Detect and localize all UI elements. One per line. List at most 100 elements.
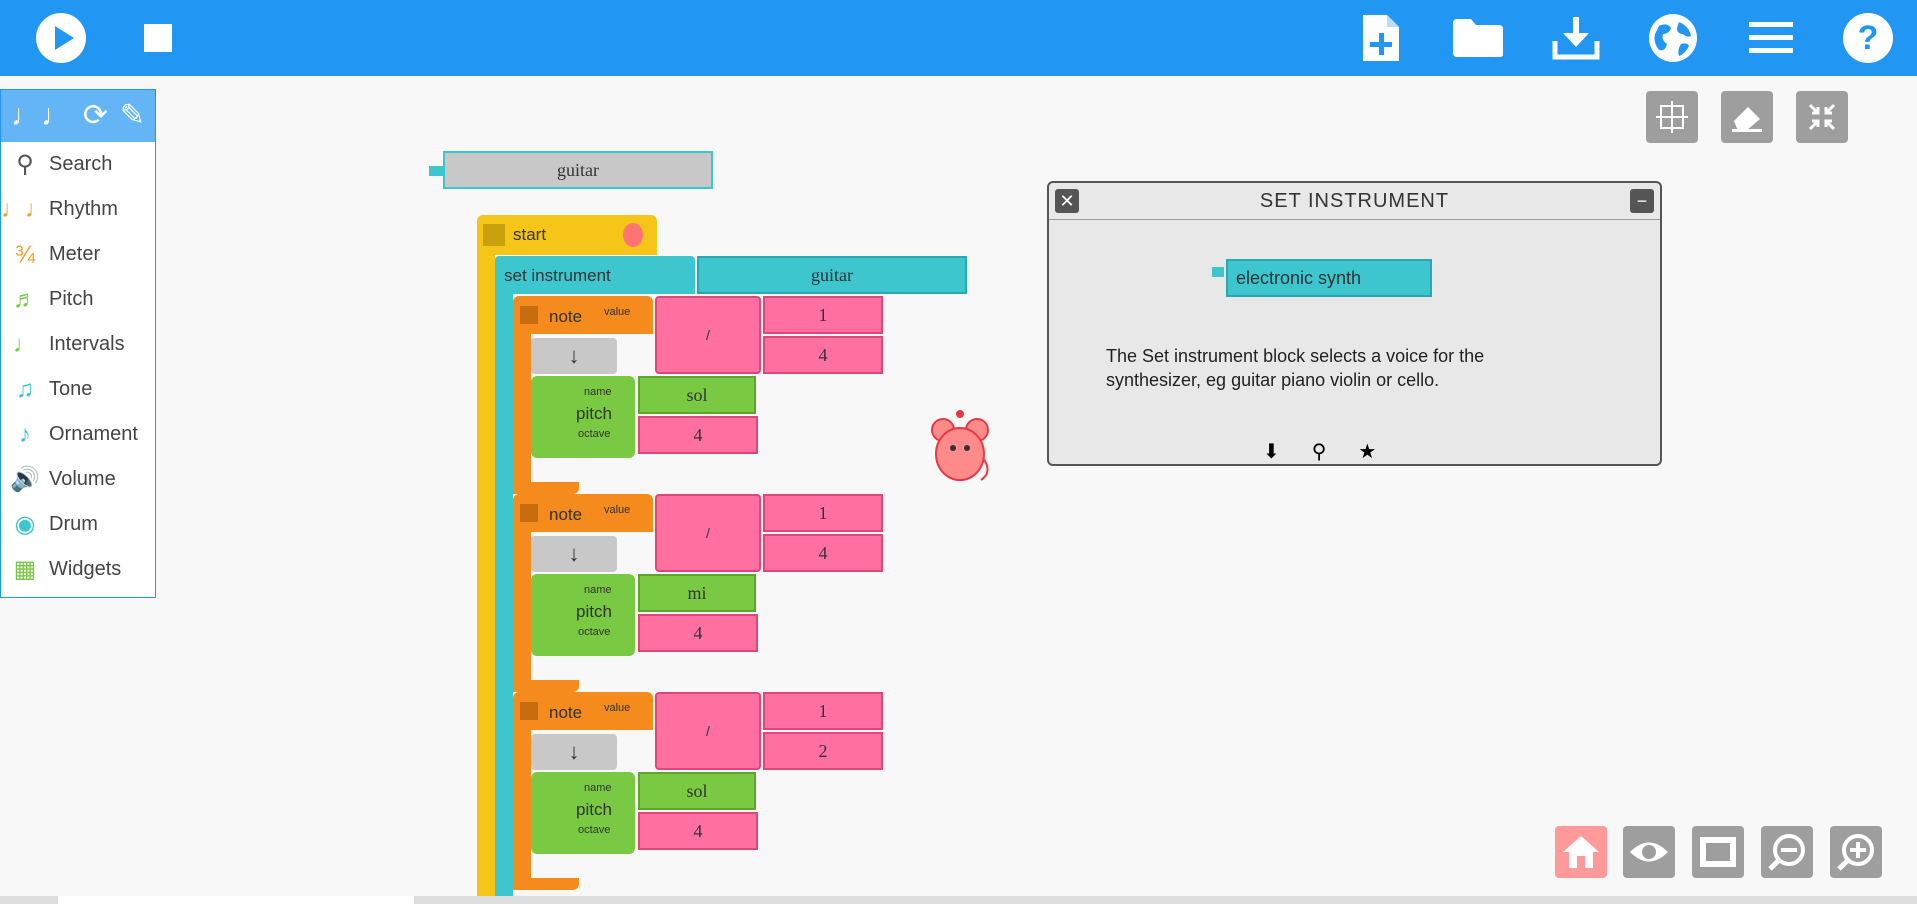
name-label: name: [584, 386, 612, 398]
palette-item-drum[interactable]: ◉ Drum: [1, 502, 155, 547]
help-dialog-header: ✕ SET INSTRUMENT −: [1049, 183, 1660, 220]
divide-block[interactable]: /: [655, 494, 761, 572]
collapse-toggle-icon[interactable]: [483, 224, 505, 246]
palette-item-volume[interactable]: 🔊 Volume: [1, 457, 155, 502]
divide-block[interactable]: /: [655, 692, 761, 770]
note-block-arm: [513, 532, 531, 692]
notes-icon[interactable]: ♩♩: [11, 101, 71, 131]
menu-icon[interactable]: [1743, 10, 1799, 66]
pitch-label: pitch: [576, 800, 612, 819]
down-arrow-block[interactable]: ↓: [531, 536, 617, 572]
octave-value[interactable]: 4: [638, 614, 758, 652]
octave-label: octave: [578, 824, 611, 836]
new-file-icon[interactable]: [1353, 10, 1409, 66]
scrollbar-thumb[interactable]: [58, 896, 414, 904]
note-label: note: [549, 307, 583, 326]
palette-item-label: Pitch: [49, 288, 94, 310]
down-arrow-block[interactable]: ↓: [531, 734, 617, 770]
palette-item-search[interactable]: ⚲ Search: [1, 142, 155, 187]
palette-item-rhythm[interactable]: ♩♩ Rhythm: [1, 187, 155, 232]
help-dialog: ✕ SET INSTRUMENT − electronic synth The …: [1047, 181, 1662, 466]
set-instrument-value[interactable]: guitar: [697, 256, 967, 294]
palette-item-pitch[interactable]: ♬ Pitch: [1, 277, 155, 322]
start-label: start: [513, 225, 547, 244]
value-label: value: [604, 702, 631, 714]
palette-item-tone[interactable]: ♫ Tone: [1, 367, 155, 412]
note-block-foot: [513, 680, 579, 692]
search-icon[interactable]: ⚲: [1312, 439, 1327, 464]
set-instrument-block[interactable]: set instrument: [495, 256, 695, 294]
guitar-value-block[interactable]: guitar: [443, 151, 713, 189]
palette-item-label: Rhythm: [49, 198, 118, 220]
numerator-value[interactable]: 1: [763, 494, 883, 532]
start-block-arm: [477, 255, 495, 904]
octave-value[interactable]: 4: [638, 812, 758, 850]
pitch-name-value[interactable]: sol: [638, 376, 756, 414]
palette-item-widgets[interactable]: ▦ Widgets: [1, 547, 155, 592]
collapse-blocks-icon[interactable]: [1692, 826, 1744, 878]
note-block-foot: [513, 482, 579, 494]
octave-value[interactable]: 4: [638, 416, 758, 454]
example-block[interactable]: electronic synth: [1226, 259, 1432, 297]
octave-label: octave: [578, 626, 611, 638]
language-globe-icon[interactable]: [1645, 10, 1701, 66]
mouse-turtle-icon[interactable]: [929, 410, 991, 489]
volume-icon: 🔊: [10, 466, 40, 493]
refresh-icon[interactable]: ⟳: [83, 101, 108, 131]
divide-block[interactable]: /: [655, 296, 761, 374]
collapse-toggle-icon[interactable]: [520, 702, 538, 720]
help-icon[interactable]: ?: [1840, 10, 1896, 66]
collapse-icon[interactable]: [1796, 91, 1848, 143]
horizontal-scrollbar[interactable]: [0, 896, 1917, 904]
denominator-value[interactable]: 2: [763, 732, 883, 770]
eraser-icon[interactable]: [1721, 91, 1773, 143]
open-folder-icon[interactable]: [1450, 10, 1506, 66]
note-block-foot: [513, 878, 579, 890]
minimize-icon[interactable]: −: [1630, 189, 1654, 213]
play-icon[interactable]: [33, 10, 89, 66]
pitch-label: pitch: [576, 602, 612, 621]
tone-icon: ♫: [16, 375, 34, 403]
collapse-toggle-icon[interactable]: [520, 306, 538, 324]
ornament-icon: ♪: [19, 420, 31, 448]
value-label: value: [604, 504, 631, 516]
pitch-icon: ♬: [13, 285, 37, 313]
drum-icon: ◉: [14, 511, 36, 538]
collapse-toggle-icon[interactable]: [520, 504, 538, 522]
palette-item-intervals[interactable]: ♩ Intervals: [1, 322, 155, 367]
palette-item-label: Intervals: [49, 333, 125, 355]
pitch-label: pitch: [576, 404, 612, 423]
palette-item-label: Widgets: [49, 558, 122, 580]
palette-item-meter[interactable]: ¾ Meter: [1, 232, 155, 277]
down-arrow-block[interactable]: ↓: [531, 338, 617, 374]
name-label: name: [584, 584, 612, 596]
hide-blocks-eye-icon[interactable]: [1623, 826, 1675, 878]
save-download-icon[interactable]: [1548, 10, 1604, 66]
value-label: value: [604, 306, 631, 318]
grid-icon[interactable]: [1646, 91, 1698, 143]
numerator-value[interactable]: 1: [763, 296, 883, 334]
intervals-icon: ♩: [13, 330, 37, 358]
start-block[interactable]: start: [477, 215, 657, 255]
close-icon[interactable]: ✕: [1055, 189, 1079, 213]
star-icon[interactable]: ★: [1358, 439, 1376, 464]
meter-icon: ¾: [14, 240, 35, 268]
help-description: The Set instrument block selects a voice…: [1106, 344, 1484, 392]
zoom-out-icon[interactable]: [1761, 826, 1813, 878]
pen-icon[interactable]: ✎: [120, 101, 145, 131]
notes-icon: ♩♩: [1, 195, 49, 223]
denominator-value[interactable]: 4: [763, 534, 883, 572]
pitch-name-value[interactable]: sol: [638, 772, 756, 810]
zoom-in-icon[interactable]: [1830, 826, 1882, 878]
stop-icon[interactable]: [130, 10, 186, 66]
home-icon[interactable]: [1555, 826, 1607, 878]
palette-item-label: Ornament: [49, 423, 138, 445]
download-icon[interactable]: ⬇: [1263, 439, 1280, 464]
numerator-value[interactable]: 1: [763, 692, 883, 730]
denominator-value[interactable]: 4: [763, 336, 883, 374]
palette-item-ornament[interactable]: ♪ Ornament: [1, 412, 155, 457]
set-instrument-label: set instrument: [504, 266, 611, 285]
svg-text:?: ?: [1858, 19, 1879, 57]
pitch-name-value[interactable]: mi: [638, 574, 756, 612]
note-label: note: [549, 703, 583, 722]
